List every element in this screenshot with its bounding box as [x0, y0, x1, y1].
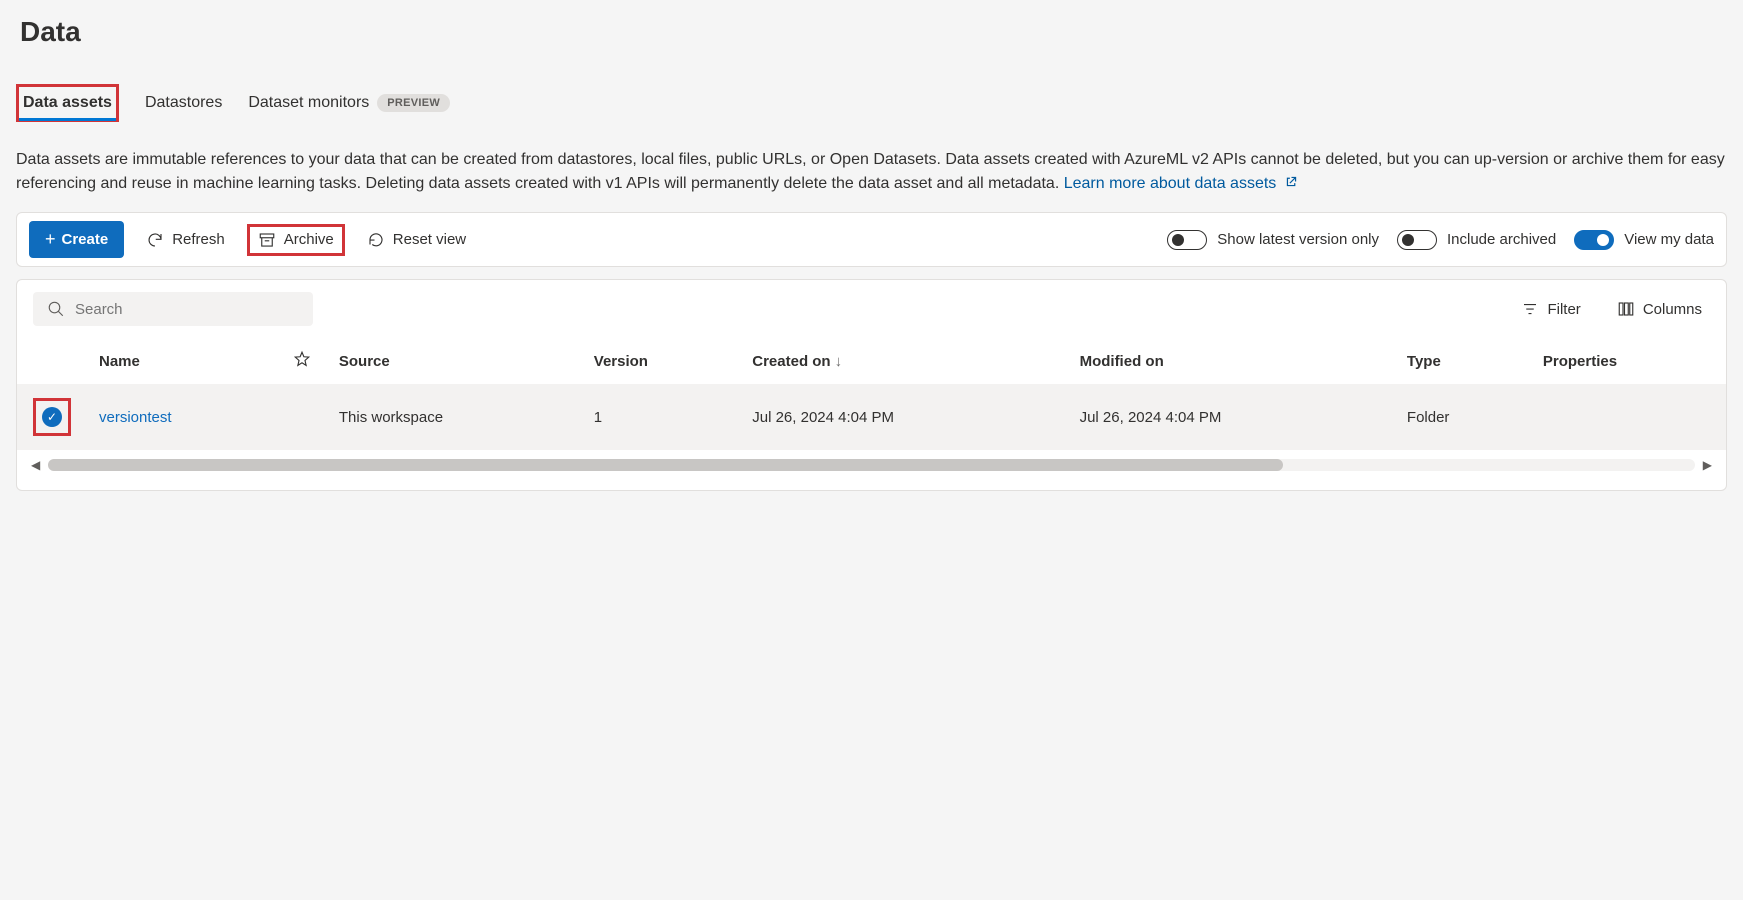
- checkbox-checked-icon[interactable]: ✓: [42, 407, 62, 427]
- col-favorite[interactable]: [279, 338, 325, 384]
- button-label: Filter: [1547, 301, 1580, 318]
- plus-icon: +: [45, 229, 56, 250]
- learn-more-link[interactable]: Learn more about data assets: [1064, 175, 1298, 192]
- page-title: Data: [0, 0, 1743, 64]
- col-created-on[interactable]: Created on ↓: [738, 338, 1065, 384]
- cell-source: This workspace: [325, 384, 580, 450]
- toolbar: + Create Refresh Archive Reset view Show…: [16, 212, 1727, 267]
- col-version[interactable]: Version: [580, 338, 738, 384]
- col-type[interactable]: Type: [1393, 338, 1529, 384]
- col-modified-on[interactable]: Modified on: [1066, 338, 1393, 384]
- toggle-switch[interactable]: [1574, 230, 1614, 250]
- col-label: Created on: [752, 353, 830, 370]
- tab-bar: Data assets Datastores Dataset monitors …: [0, 84, 1743, 122]
- toggle-label: Show latest version only: [1217, 231, 1379, 248]
- toggle-switch[interactable]: [1167, 230, 1207, 250]
- table-panel: Filter Columns Name Source Version: [16, 279, 1727, 491]
- link-text: Learn more about data assets: [1064, 175, 1277, 192]
- columns-button[interactable]: Columns: [1609, 294, 1710, 324]
- archive-button[interactable]: Archive: [247, 224, 345, 256]
- search-box[interactable]: [33, 292, 313, 326]
- tab-label: Data assets: [23, 94, 112, 112]
- table-row[interactable]: ✓ versiontest This workspace 1 Jul 26, 2…: [17, 384, 1726, 450]
- preview-badge: PREVIEW: [377, 94, 450, 112]
- refresh-icon: [146, 231, 164, 249]
- asset-name-link[interactable]: versiontest: [99, 409, 172, 426]
- tab-data-assets[interactable]: Data assets: [16, 84, 119, 122]
- button-label: Reset view: [393, 231, 466, 248]
- cell-created-on: Jul 26, 2024 4:04 PM: [738, 384, 1065, 450]
- toggle-switch[interactable]: [1397, 230, 1437, 250]
- cell-modified-on: Jul 26, 2024 4:04 PM: [1066, 384, 1393, 450]
- scrollbar-track[interactable]: [48, 459, 1695, 471]
- reset-icon: [367, 231, 385, 249]
- toggle-label: Include archived: [1447, 231, 1556, 248]
- scrollbar-thumb[interactable]: [48, 459, 1283, 471]
- tab-datastores[interactable]: Datastores: [145, 84, 222, 122]
- cell-type: Folder: [1393, 384, 1529, 450]
- description-body: Data assets are immutable references to …: [16, 151, 1725, 192]
- refresh-button[interactable]: Refresh: [138, 225, 233, 255]
- tab-label: Dataset monitors: [248, 94, 369, 112]
- external-link-icon: [1285, 177, 1298, 191]
- reset-view-button[interactable]: Reset view: [359, 225, 474, 255]
- toggle-include-archived[interactable]: Include archived: [1397, 230, 1556, 250]
- sort-down-icon: ↓: [835, 353, 843, 370]
- button-label: Columns: [1643, 301, 1702, 318]
- tab-label: Datastores: [145, 94, 222, 112]
- col-source[interactable]: Source: [325, 338, 580, 384]
- tab-active-indicator: [19, 118, 116, 121]
- archive-icon: [258, 231, 276, 249]
- create-button[interactable]: + Create: [29, 221, 124, 258]
- filter-icon: [1521, 300, 1539, 318]
- col-name[interactable]: Name: [85, 338, 279, 384]
- data-table: Name Source Version Created on ↓ Modified…: [17, 338, 1726, 450]
- tab-dataset-monitors[interactable]: Dataset monitors PREVIEW: [248, 84, 450, 122]
- row-select-highlight: ✓: [33, 398, 71, 436]
- toggle-latest-version[interactable]: Show latest version only: [1167, 230, 1379, 250]
- filter-button[interactable]: Filter: [1513, 294, 1588, 324]
- search-icon: [47, 300, 65, 318]
- col-properties[interactable]: Properties: [1529, 338, 1726, 384]
- columns-icon: [1617, 300, 1635, 318]
- cell-version: 1: [580, 384, 738, 450]
- scroll-left-icon[interactable]: ◀: [31, 458, 40, 472]
- button-label: Create: [62, 231, 109, 248]
- cell-properties: [1529, 384, 1726, 450]
- star-icon: [293, 350, 311, 368]
- col-select: [17, 338, 85, 384]
- button-label: Refresh: [172, 231, 225, 248]
- description-text: Data assets are immutable references to …: [0, 122, 1743, 212]
- button-label: Archive: [284, 231, 334, 248]
- toggle-label: View my data: [1624, 231, 1714, 248]
- scroll-right-icon[interactable]: ▶: [1703, 458, 1712, 472]
- toggle-view-my-data[interactable]: View my data: [1574, 230, 1714, 250]
- search-input[interactable]: [75, 301, 299, 318]
- horizontal-scrollbar[interactable]: ◀ ▶: [17, 450, 1726, 480]
